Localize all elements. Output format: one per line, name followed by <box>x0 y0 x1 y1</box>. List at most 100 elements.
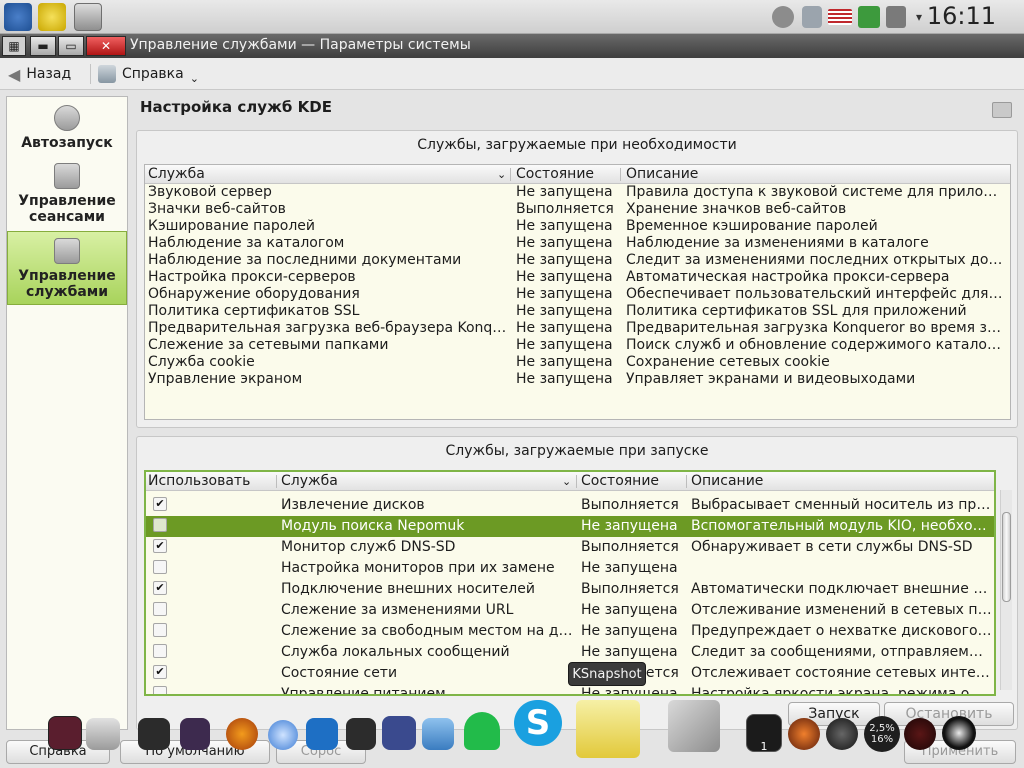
close-button[interactable]: ✕ <box>86 36 126 56</box>
table-row[interactable]: Обнаружение оборудования Не запущена Обесп… <box>145 286 1010 303</box>
clipboard-icon[interactable] <box>802 6 822 28</box>
use-checkbox[interactable] <box>153 560 167 574</box>
terminal-icon[interactable] <box>48 716 82 750</box>
power-icon[interactable] <box>942 716 976 750</box>
table-row[interactable]: Слежение за изменениями URL Не запущена От… <box>146 600 994 621</box>
pager-widget[interactable]: 1 <box>746 714 782 753</box>
chromium-icon[interactable] <box>268 720 298 750</box>
row-service: Обнаружение оборудования <box>148 286 360 302</box>
app-icon[interactable] <box>180 718 210 750</box>
maxthon-icon[interactable] <box>306 718 338 750</box>
ghost-app-icon[interactable] <box>464 712 500 750</box>
row-service: Слежение за изменениями URL <box>281 602 514 618</box>
minimize-button[interactable]: ▬ <box>30 36 56 56</box>
row-description: Автоматическая настройка прокси-сервера <box>626 269 950 285</box>
use-checkbox[interactable] <box>153 623 167 637</box>
table-row[interactable]: ✔ Извлечение дисков Выполняется Выбрасывает… <box>146 495 994 516</box>
firefox-icon[interactable] <box>226 718 258 750</box>
table-row[interactable]: Слежение за свободным местом на диске Не … <box>146 621 994 642</box>
header-service[interactable]: Служба <box>281 472 338 491</box>
chevron-down-icon[interactable]: ▾ <box>912 10 926 24</box>
use-checkbox[interactable] <box>153 602 167 616</box>
row-status: Не запущена <box>516 320 613 336</box>
table-row[interactable]: Управление экраном Не запущена Управляет э… <box>145 371 1010 388</box>
row-status: Не запущена <box>516 371 613 387</box>
header-service[interactable]: Служба <box>148 165 205 184</box>
chevron-down-icon[interactable]: ⌄ <box>497 165 506 184</box>
wallet-icon[interactable] <box>138 718 170 750</box>
volume-icon[interactable] <box>858 6 880 28</box>
table-row[interactable]: Слежение за сетевыми папками Не запущена П… <box>145 337 1010 354</box>
file-manager-icon[interactable] <box>86 718 120 750</box>
row-service: Управление экраном <box>148 371 303 387</box>
table-row[interactable]: Значки веб-сайтов Выполняется Хранение зна… <box>145 201 1010 218</box>
gear-icon[interactable] <box>772 6 794 28</box>
row-description: Отслеживание изменений в сетевых пап… <box>691 602 993 618</box>
table-row[interactable]: Звуковой сервер Не запущена Правила доступ… <box>145 184 1010 201</box>
cursor-settings-icon[interactable] <box>382 716 416 750</box>
use-checkbox[interactable] <box>153 686 167 694</box>
cpu-monitor-widget[interactable]: 2,5% 16% <box>864 716 900 752</box>
row-status: Не запущена <box>581 518 678 534</box>
row-description: Автоматически подключает внешние нос… <box>691 581 993 597</box>
header-description[interactable]: Описание <box>691 472 763 491</box>
table-row[interactable]: Политика сертификатов SSL Не запущена Поли… <box>145 303 1010 320</box>
sidebar-item-service-management[interactable]: Управление службами <box>7 231 127 305</box>
use-checkbox[interactable]: ✔ <box>153 665 167 679</box>
row-status: Не запущена <box>581 602 678 618</box>
ksnapshot-icon[interactable] <box>576 700 640 758</box>
table-row[interactable]: Настройка мониторов при их замене Не запу… <box>146 558 994 579</box>
maximize-button[interactable]: ▭ <box>58 36 84 56</box>
tools-icon[interactable] <box>668 700 720 752</box>
us-flag-icon[interactable] <box>828 9 852 25</box>
window-title: Управление службами — Параметры системы <box>130 37 471 53</box>
table-row[interactable]: Наблюдение за каталогом Не запущена Наблюд… <box>145 235 1010 252</box>
player-icon[interactable] <box>346 718 376 750</box>
header-description[interactable]: Описание <box>626 165 698 184</box>
header-status[interactable]: Состояние <box>516 165 594 184</box>
table-row[interactable]: Модуль поиска Nepomuk Не запущена Вспомога… <box>146 516 994 537</box>
ubuntu-icon[interactable] <box>788 718 820 750</box>
use-checkbox[interactable]: ✔ <box>153 581 167 595</box>
use-checkbox[interactable]: ✔ <box>153 497 167 511</box>
on-demand-table[interactable]: Служба ⌄ Состояние Описание Звуковой сер… <box>144 164 1011 420</box>
window-titlebar[interactable]: ▦ ▬ ▭ ✕ Управление службами — Параметры … <box>0 34 1024 58</box>
download-icon[interactable] <box>422 718 454 750</box>
table-row[interactable]: Служба локальных сообщений Не запущена Сле… <box>146 642 994 663</box>
row-description: Настройка яркости экрана, режима ожид… <box>691 686 993 696</box>
table-row[interactable]: Кэширование паролей Не запущена Временное … <box>145 218 1010 235</box>
row-service: Значки веб-сайтов <box>148 201 286 217</box>
use-checkbox[interactable] <box>153 518 167 532</box>
sidebar-item-session-management[interactable]: Управление сеансами <box>7 163 127 229</box>
startup-scrollbar[interactable] <box>1000 490 1012 690</box>
clock[interactable]: 16:11 <box>927 2 996 30</box>
table-row[interactable]: Предварительная загрузка веб-браузера Ko… <box>145 320 1010 337</box>
system-settings-icon[interactable] <box>74 3 102 31</box>
header-use[interactable]: Использовать <box>148 472 250 491</box>
row-status: Не запущена <box>516 303 613 319</box>
scrollbar-thumb[interactable] <box>1002 512 1011 602</box>
header-status[interactable]: Состояние <box>581 472 659 491</box>
table-row[interactable]: ✔ Монитор служб DNS-SD Выполняется Обнаружи… <box>146 537 994 558</box>
help-menu-button[interactable]: Справка ⌄ <box>98 63 199 85</box>
row-service: Слежение за сетевыми папками <box>148 337 389 353</box>
table-row[interactable]: Служба cookie Не запущена Сохранение сетев… <box>145 354 1010 371</box>
use-checkbox[interactable]: ✔ <box>153 539 167 553</box>
skype-icon[interactable]: S <box>514 700 562 746</box>
table-row[interactable]: Настройка прокси-серверов Не запущена Авто… <box>145 269 1010 286</box>
row-description: Обнаруживает в сети службы DNS-SD <box>691 539 973 555</box>
table-row[interactable]: ✔ Подключение внешних носителей Выполняетс… <box>146 579 994 600</box>
speaker-icon[interactable] <box>826 718 858 750</box>
back-button[interactable]: ◀ Назад <box>8 63 71 85</box>
cpu-label-top: 2,5% <box>869 723 895 734</box>
use-checkbox[interactable] <box>153 644 167 658</box>
sidebar: Автозапуск Управление сеансами Управлени… <box>6 96 128 730</box>
kde-menu-icon[interactable] <box>4 3 32 31</box>
table-row[interactable]: Наблюдение за последними документами Не з… <box>145 252 1010 269</box>
system-monitor-icon[interactable] <box>904 718 936 750</box>
sidebar-item-autostart[interactable]: Автозапуск <box>7 105 127 161</box>
chevron-down-icon[interactable]: ⌄ <box>562 472 571 491</box>
window-menu-icon[interactable]: ▦ <box>2 36 26 56</box>
network-icon[interactable] <box>886 6 906 28</box>
radiation-icon[interactable] <box>38 3 66 31</box>
